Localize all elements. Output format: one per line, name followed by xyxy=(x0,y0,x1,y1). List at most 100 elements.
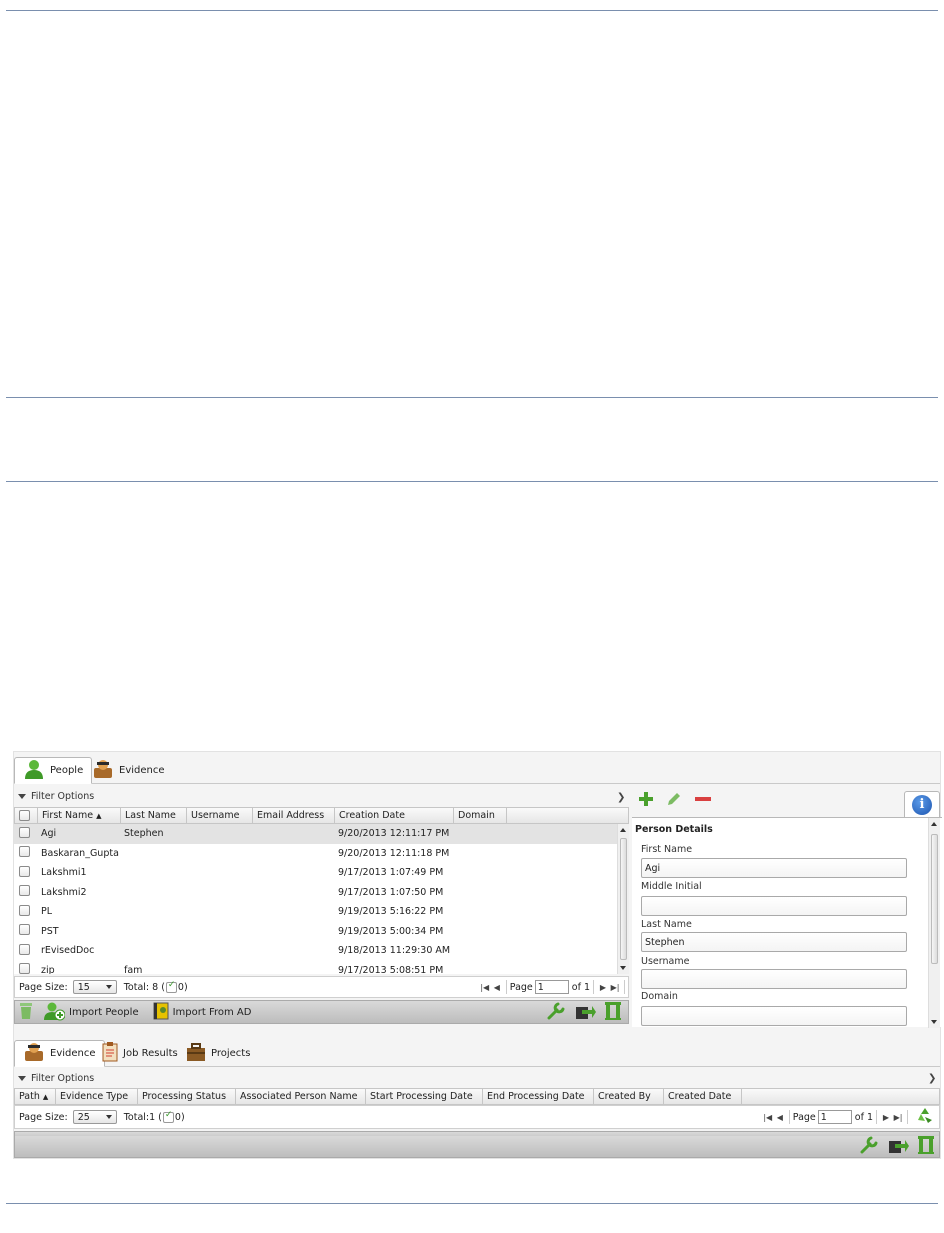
page-size-select[interactable]: 25 xyxy=(72,1110,117,1124)
next-page-icon[interactable]: ▶ xyxy=(597,980,609,994)
people-grid-header: First Name ▲ Last Name Username Email Ad… xyxy=(14,807,629,824)
remove-icon[interactable] xyxy=(694,791,712,810)
table-row[interactable]: PL 9/19/2013 5:16:22 PM xyxy=(14,902,617,922)
trash-icon[interactable] xyxy=(19,1002,33,1023)
scroll-up-arrow-icon[interactable] xyxy=(931,822,937,826)
col-path[interactable]: Path ▲ xyxy=(15,1089,56,1104)
wrench-icon[interactable] xyxy=(859,1135,879,1158)
row-checkbox[interactable] xyxy=(19,904,30,916)
evidence-pager: Page Size: 25 Total:1 ( 0) |◀ ◀ Page 1 o… xyxy=(14,1105,940,1129)
export-icon[interactable] xyxy=(887,1135,909,1158)
evidence-toolbar-bottom xyxy=(14,1136,940,1158)
first-page-icon[interactable]: |◀ xyxy=(479,980,491,994)
row-checkbox[interactable] xyxy=(19,826,30,838)
expand-triangle-icon xyxy=(18,794,26,799)
row-checkbox[interactable] xyxy=(19,943,30,955)
select-all-checkbox[interactable] xyxy=(19,810,30,821)
col-associated-person[interactable]: Associated Person Name xyxy=(236,1089,366,1104)
last-page-icon[interactable]: ▶| xyxy=(609,980,621,994)
edit-pencil-icon[interactable] xyxy=(666,791,682,810)
prev-page-icon[interactable]: ◀ xyxy=(774,1110,786,1124)
col-domain[interactable]: Domain xyxy=(454,808,507,823)
scroll-thumb[interactable] xyxy=(931,834,938,964)
table-row[interactable]: Baskaran_Gupta 9/20/2013 12:11:18 PM xyxy=(14,844,617,864)
col-end-processing[interactable]: End Processing Date xyxy=(483,1089,594,1104)
collapse-chevron-icon[interactable]: ❯ xyxy=(617,792,625,803)
import-from-ad-button[interactable]: Import From AD xyxy=(153,1002,251,1023)
last-page-icon[interactable]: ▶| xyxy=(892,1110,904,1124)
address-book-icon xyxy=(153,1002,169,1023)
col-evidence-type[interactable]: Evidence Type xyxy=(56,1089,138,1104)
col-start-processing[interactable]: Start Processing Date xyxy=(366,1089,483,1104)
collapse-chevron-icon[interactable]: ❯ xyxy=(928,1073,936,1084)
middle-initial-label: Middle Initial xyxy=(641,881,702,892)
col-username[interactable]: Username xyxy=(187,808,253,823)
info-icon: i xyxy=(912,794,932,815)
expand-triangle-icon xyxy=(18,1076,26,1081)
person-icon xyxy=(23,759,45,782)
people-grid-rows: Agi Stephen 9/20/2013 12:11:17 PM Baskar… xyxy=(14,824,617,974)
people-grid-scrollbar[interactable] xyxy=(617,824,629,974)
tab-projects[interactable]: Projects xyxy=(178,1040,258,1067)
columns-icon[interactable] xyxy=(917,1135,935,1158)
scroll-thumb[interactable] xyxy=(620,838,627,960)
col-creation-date[interactable]: Creation Date xyxy=(335,808,454,823)
scroll-down-arrow-icon[interactable] xyxy=(931,1020,937,1024)
evidence-grid-header: Path ▲ Evidence Type Processing Status A… xyxy=(14,1088,940,1105)
row-checkbox[interactable] xyxy=(19,963,30,974)
scroll-up-arrow-icon[interactable] xyxy=(620,828,626,832)
tab-people-label: People xyxy=(50,765,84,776)
clipboard-icon xyxy=(102,1042,118,1065)
checked-count-icon xyxy=(165,980,177,993)
table-row[interactable]: Lakshmi2 9/17/2013 1:07:50 PM xyxy=(14,883,617,903)
page-number-input[interactable]: 1 xyxy=(534,980,569,994)
add-icon[interactable] xyxy=(638,791,654,810)
select-all-checkbox-col[interactable] xyxy=(15,808,38,823)
row-checkbox[interactable] xyxy=(19,846,30,858)
table-row[interactable]: rEvisedDoc 9/18/2013 11:29:30 AM xyxy=(14,941,617,961)
tab-people[interactable]: People xyxy=(14,757,93,784)
dropdown-arrow-icon xyxy=(105,1115,112,1119)
details-body: Person Details First Name Agi Middle Ini… xyxy=(632,817,942,1028)
scroll-down-arrow-icon[interactable] xyxy=(620,966,626,970)
col-last-name[interactable]: Last Name xyxy=(121,808,187,823)
middle-initial-field[interactable] xyxy=(641,896,907,916)
wrench-icon[interactable] xyxy=(546,1001,566,1024)
details-scrollbar[interactable] xyxy=(928,818,940,1028)
table-row[interactable]: zip fam 9/17/2013 5:08:51 PM xyxy=(14,961,617,974)
tab-evidence[interactable]: Evidence xyxy=(84,757,173,784)
row-checkbox[interactable] xyxy=(19,865,30,877)
col-processing-status[interactable]: Processing Status xyxy=(138,1089,236,1104)
info-tab[interactable]: i xyxy=(904,791,940,817)
row-checkbox[interactable] xyxy=(19,885,30,897)
tab-job-results[interactable]: Job Results xyxy=(94,1040,186,1067)
evidence-filter-options[interactable]: Filter Options xyxy=(18,1073,94,1084)
col-created-by[interactable]: Created By xyxy=(594,1089,664,1104)
first-name-field[interactable]: Agi xyxy=(641,858,907,878)
page-size-select[interactable]: 15 xyxy=(72,980,117,994)
people-toolbar: Import People Import From AD xyxy=(14,1000,629,1024)
prev-page-icon[interactable]: ◀ xyxy=(491,980,503,994)
last-name-field[interactable]: Stephen xyxy=(641,932,907,952)
people-filter-options[interactable]: Filter Options xyxy=(18,791,94,802)
col-first-name[interactable]: First Name ▲ xyxy=(38,808,121,823)
page-number-input[interactable]: 1 xyxy=(817,1110,852,1124)
evidence-icon xyxy=(23,1042,45,1065)
col-created-date[interactable]: Created Date xyxy=(664,1089,742,1104)
col-email[interactable]: Email Address xyxy=(253,808,335,823)
table-row[interactable]: Agi Stephen 9/20/2013 12:11:17 PM xyxy=(14,824,617,844)
tab-evidence-bottom[interactable]: Evidence xyxy=(14,1040,105,1067)
details-title: Person Details xyxy=(635,824,713,835)
last-name-label: Last Name xyxy=(641,919,692,930)
row-checkbox[interactable] xyxy=(19,924,30,936)
username-field[interactable] xyxy=(641,969,907,989)
columns-icon[interactable] xyxy=(604,1001,622,1024)
first-page-icon[interactable]: |◀ xyxy=(762,1110,774,1124)
import-people-button[interactable]: Import People xyxy=(43,1001,139,1024)
refresh-recycle-icon[interactable] xyxy=(915,1106,935,1129)
domain-field[interactable] xyxy=(641,1006,907,1026)
table-row[interactable]: Lakshmi1 9/17/2013 1:07:49 PM xyxy=(14,863,617,883)
table-row[interactable]: PST 9/19/2013 5:00:34 PM xyxy=(14,922,617,942)
next-page-icon[interactable]: ▶ xyxy=(880,1110,892,1124)
export-icon[interactable] xyxy=(574,1001,596,1024)
